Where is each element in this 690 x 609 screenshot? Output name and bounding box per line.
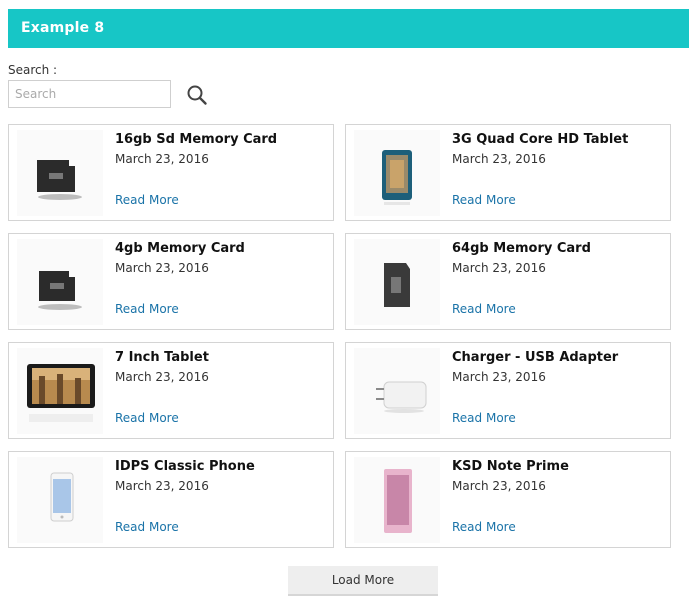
- product-card: Charger - USB Adapter March 23, 2016 Rea…: [345, 342, 671, 439]
- read-more-link[interactable]: Read More: [115, 193, 179, 207]
- product-grid: 16gb Sd Memory Card March 23, 2016 Read …: [8, 124, 672, 548]
- read-more-link[interactable]: Read More: [452, 193, 516, 207]
- product-title[interactable]: Charger - USB Adapter: [452, 350, 618, 365]
- read-more-link[interactable]: Read More: [115, 411, 179, 425]
- product-title[interactable]: 4gb Memory Card: [115, 241, 245, 256]
- search-input[interactable]: [8, 80, 171, 108]
- product-card: KSD Note Prime March 23, 2016 Read More: [345, 451, 671, 548]
- seven-inch-tablet-icon: [17, 348, 103, 434]
- product-date: March 23, 2016: [115, 152, 209, 166]
- read-more-link[interactable]: Read More: [452, 411, 516, 425]
- read-more-link[interactable]: Read More: [115, 520, 179, 534]
- search-icon[interactable]: [186, 84, 208, 106]
- product-title[interactable]: 16gb Sd Memory Card: [115, 132, 277, 147]
- product-card: 7 Inch Tablet March 23, 2016 Read More: [8, 342, 334, 439]
- tablet-icon: [354, 130, 440, 216]
- product-card: 64gb Memory Card March 23, 2016 Read Mor…: [345, 233, 671, 330]
- read-more-link[interactable]: Read More: [115, 302, 179, 316]
- microsd-card-16gb-icon: [17, 130, 103, 216]
- product-date: March 23, 2016: [115, 370, 209, 384]
- product-title[interactable]: KSD Note Prime: [452, 459, 569, 474]
- product-card: 16gb Sd Memory Card March 23, 2016 Read …: [8, 124, 334, 221]
- pink-phone-icon: [354, 457, 440, 543]
- product-date: March 23, 2016: [452, 261, 546, 275]
- product-date: March 23, 2016: [452, 370, 546, 384]
- product-date: March 23, 2016: [115, 479, 209, 493]
- product-card: 4gb Memory Card March 23, 2016 Read More: [8, 233, 334, 330]
- microsd-card-4gb-icon: [17, 239, 103, 325]
- read-more-link[interactable]: Read More: [452, 520, 516, 534]
- search-label: Search :: [8, 63, 58, 77]
- product-title[interactable]: 7 Inch Tablet: [115, 350, 209, 365]
- page-header: Example 8: [8, 9, 689, 48]
- product-title[interactable]: 64gb Memory Card: [452, 241, 591, 256]
- white-phone-icon: [17, 457, 103, 543]
- load-more-button[interactable]: Load More: [288, 566, 438, 596]
- product-title[interactable]: 3G Quad Core HD Tablet: [452, 132, 628, 147]
- page-title: Example 8: [21, 20, 105, 36]
- product-title[interactable]: IDPS Classic Phone: [115, 459, 255, 474]
- usb-charger-icon: [354, 348, 440, 434]
- read-more-link[interactable]: Read More: [452, 302, 516, 316]
- product-card: 3G Quad Core HD Tablet March 23, 2016 Re…: [345, 124, 671, 221]
- product-card: IDPS Classic Phone March 23, 2016 Read M…: [8, 451, 334, 548]
- microsd-card-64gb-icon: [354, 239, 440, 325]
- product-date: March 23, 2016: [115, 261, 209, 275]
- product-date: March 23, 2016: [452, 479, 546, 493]
- product-date: March 23, 2016: [452, 152, 546, 166]
